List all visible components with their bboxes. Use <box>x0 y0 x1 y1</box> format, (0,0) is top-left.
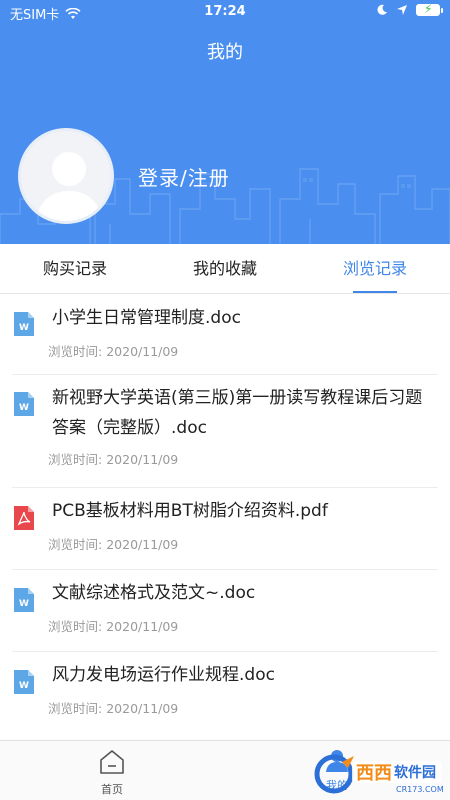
item-meta: 浏览时间: 2020/11/09 <box>48 616 438 635</box>
list-item[interactable]: W 小学生日常管理制度.doc 浏览时间: 2020/11/09 <box>12 295 438 375</box>
home-icon <box>100 750 124 774</box>
item-meta: 浏览时间: 2020/11/09 <box>48 449 438 468</box>
word-doc-icon: W <box>14 392 34 416</box>
status-right: ⚡ <box>376 2 443 16</box>
pdf-icon <box>14 506 34 530</box>
svg-text:软件园: 软件园 <box>394 764 436 781</box>
svg-text:W: W <box>19 403 29 413</box>
browse-time-label: 浏览时间: <box>48 537 103 552</box>
login-register-link[interactable]: 登录/注册 <box>138 162 230 191</box>
record-tabs: 购买记录 我的收藏 浏览记录 <box>0 244 450 294</box>
list-item[interactable]: W 新视野大学英语(第三版)第一册读写教程课后习题答案（完整版）.doc 浏览时… <box>12 375 438 488</box>
browse-date: 2020/11/09 <box>106 344 179 359</box>
item-title: 文献综述格式及范文~.doc <box>52 583 256 603</box>
tab-favorites[interactable]: 我的收藏 <box>150 244 300 293</box>
item-title: 小学生日常管理制度.doc <box>52 308 241 328</box>
cr173-watermark-logo: 西西 软件园 CR173.COM <box>314 754 444 794</box>
word-doc-icon: W <box>14 670 34 694</box>
tab-browse-history[interactable]: 浏览记录 <box>300 244 450 293</box>
tab-purchase-history[interactable]: 购买记录 <box>0 244 150 293</box>
svg-text:W: W <box>19 323 29 333</box>
item-meta: 浏览时间: 2020/11/09 <box>48 341 438 360</box>
moon-icon <box>377 4 387 15</box>
item-title: 风力发电场运行作业规程.doc <box>52 665 275 685</box>
svg-text:西西: 西西 <box>356 763 392 784</box>
nav-home-tab[interactable]: 首页 <box>90 749 134 797</box>
svg-text:CR173.COM: CR173.COM <box>396 785 444 794</box>
browse-time-label: 浏览时间: <box>48 344 103 359</box>
item-meta: 浏览时间: 2020/11/09 <box>48 534 438 553</box>
svg-text:W: W <box>19 681 29 691</box>
profile-header: 无SIM卡 17:24 ⚡ 我的 登录/注册 <box>0 0 450 244</box>
browse-history-list: W 小学生日常管理制度.doc 浏览时间: 2020/11/09 W 新视野大学英… <box>0 295 450 732</box>
browse-date: 2020/11/09 <box>106 619 179 634</box>
item-title: 新视野大学英语(第三版)第一册读写教程课后习题答案（完整版）.doc <box>52 388 423 438</box>
word-doc-icon: W <box>14 588 34 612</box>
list-item[interactable]: PCB基板材料用BT树脂介绍资料.pdf 浏览时间: 2020/11/09 <box>12 488 438 570</box>
page-title: 我的 <box>207 42 243 63</box>
browse-date: 2020/11/09 <box>106 537 179 552</box>
svg-text:W: W <box>19 599 29 609</box>
browse-time-label: 浏览时间: <box>48 701 103 716</box>
list-item[interactable]: W 风力发电场运行作业规程.doc 浏览时间: 2020/11/09 <box>12 652 438 732</box>
status-bar: 无SIM卡 17:24 ⚡ <box>0 0 450 24</box>
list-item[interactable]: W 文献综述格式及范文~.doc 浏览时间: 2020/11/09 <box>12 570 438 652</box>
browse-date: 2020/11/09 <box>106 701 179 716</box>
word-doc-icon: W <box>14 312 34 336</box>
nav-home-label: 首页 <box>101 783 123 796</box>
item-meta: 浏览时间: 2020/11/09 <box>48 698 438 717</box>
battery-charging-icon: ⚡ <box>416 2 443 16</box>
location-icon <box>397 5 407 15</box>
item-title: PCB基板材料用BT树脂介绍资料.pdf <box>52 501 328 521</box>
browse-time-label: 浏览时间: <box>48 619 103 634</box>
default-avatar-icon[interactable] <box>18 128 114 224</box>
browse-time-label: 浏览时间: <box>48 452 103 467</box>
browse-date: 2020/11/09 <box>106 452 179 467</box>
